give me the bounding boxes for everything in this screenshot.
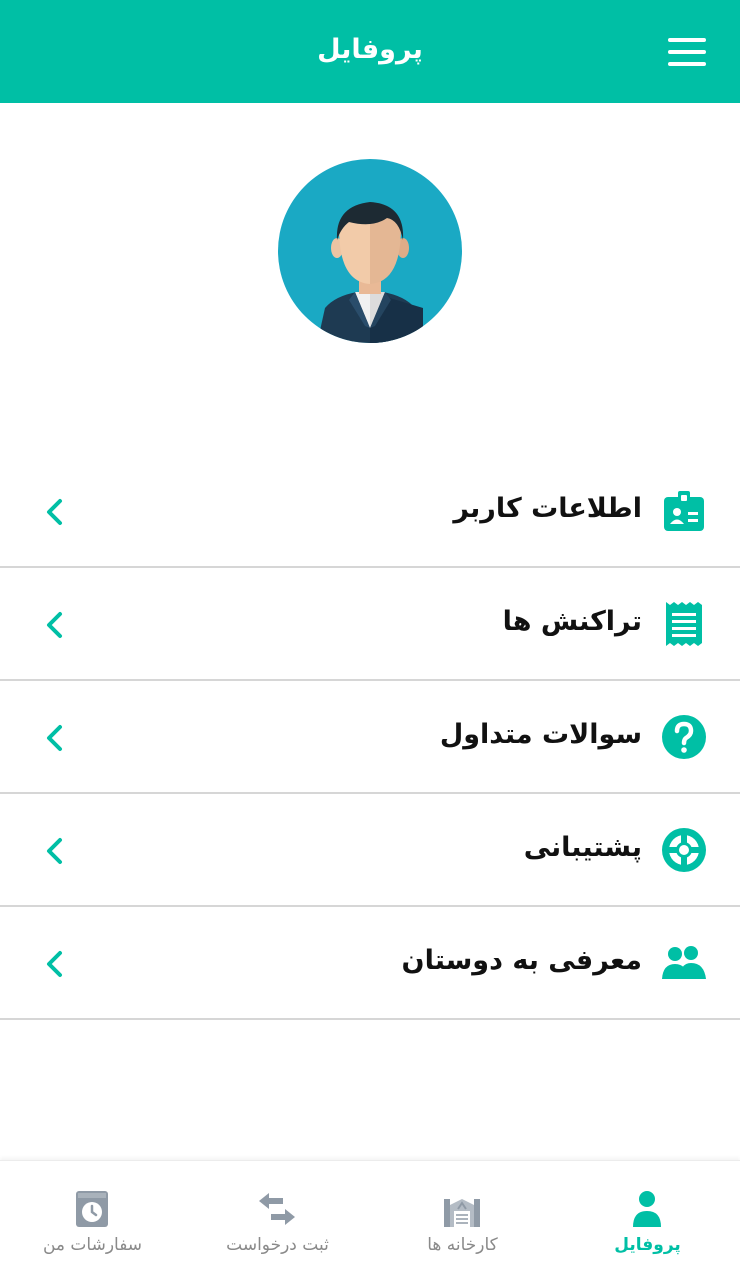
factory-icon bbox=[442, 1189, 482, 1229]
bottom-navigation: پروفایل کارخانه ها ثبت درخواست سفارشات م… bbox=[0, 1160, 740, 1280]
nav-label: سفارشات من bbox=[42, 1235, 143, 1255]
lifebuoy-icon bbox=[660, 826, 708, 874]
chevron-left-icon bbox=[42, 836, 66, 866]
nav-tab-new-request[interactable]: ثبت درخواست bbox=[185, 1161, 370, 1280]
person-icon bbox=[627, 1189, 667, 1229]
nav-tab-profile[interactable]: پروفایل bbox=[555, 1161, 740, 1280]
nav-tab-my-orders[interactable]: سفارشات من bbox=[0, 1161, 185, 1280]
menu-item-label: تراکنش ها bbox=[502, 606, 642, 637]
chevron-left-icon bbox=[42, 723, 66, 753]
menu-item-invite-friends[interactable]: معرفی به دوستان bbox=[0, 907, 740, 1020]
menu-item-label: اطلاعات کاربر bbox=[453, 493, 642, 524]
nav-label: ثبت درخواست bbox=[226, 1235, 329, 1255]
swap-arrows-icon bbox=[257, 1189, 297, 1229]
nav-label: کارخانه ها bbox=[427, 1235, 498, 1255]
menu-item-support[interactable]: پشتیبانی bbox=[0, 794, 740, 907]
profile-screen: پروفایل اطلاعات کاربر تراکنش ها سوالات م… bbox=[0, 0, 740, 1280]
chevron-left-icon bbox=[42, 610, 66, 640]
id-card-icon bbox=[660, 487, 708, 535]
app-bar: پروفایل bbox=[0, 0, 740, 103]
menu-item-user-info[interactable]: اطلاعات کاربر bbox=[0, 455, 740, 568]
menu-item-faq[interactable]: سوالات متداول bbox=[0, 681, 740, 794]
page-title: پروفایل bbox=[317, 34, 423, 65]
profile-menu-list: اطلاعات کاربر تراکنش ها سوالات متداول پش… bbox=[0, 455, 740, 1020]
order-clock-icon bbox=[72, 1189, 112, 1229]
users-icon bbox=[660, 939, 708, 987]
avatar bbox=[277, 158, 463, 344]
receipt-icon bbox=[660, 600, 708, 648]
menu-item-label: سوالات متداول bbox=[439, 719, 642, 750]
menu-item-transactions[interactable]: تراکنش ها bbox=[0, 568, 740, 681]
nav-tab-factories[interactable]: کارخانه ها bbox=[370, 1161, 555, 1280]
chevron-left-icon bbox=[42, 497, 66, 527]
nav-label: پروفایل bbox=[614, 1235, 681, 1255]
question-circle-icon bbox=[660, 713, 708, 761]
chevron-left-icon bbox=[42, 949, 66, 979]
menu-item-label: معرفی به دوستان bbox=[401, 945, 642, 976]
hamburger-menu-icon[interactable] bbox=[664, 36, 710, 70]
menu-item-label: پشتیبانی bbox=[523, 832, 642, 863]
